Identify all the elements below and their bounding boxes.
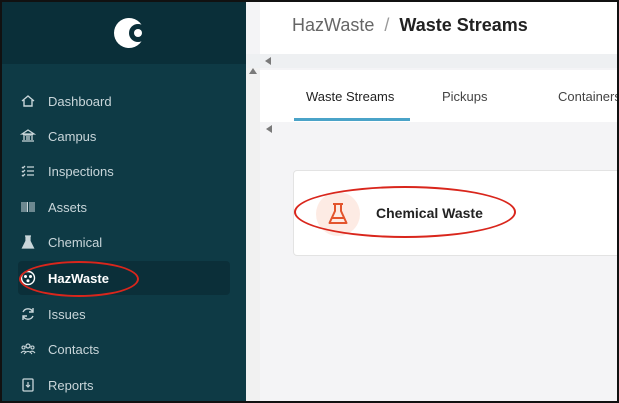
home-icon [20, 93, 36, 109]
sidebar-item-reports[interactable]: Reports [18, 368, 230, 401]
sidebar-item-label: Chemical [48, 234, 103, 250]
sidebar-item-label: Issues [48, 306, 86, 322]
app-window: Dashboard Campus Inspections Assets Chem… [0, 0, 619, 403]
tabs-scroll-strip [260, 122, 617, 136]
sidebar-item-assets[interactable]: Assets [18, 190, 230, 224]
breadcrumb-separator: / [384, 15, 390, 35]
page-header: HazWaste / Waste Streams [260, 2, 617, 54]
sidebar-item-label: Inspections [48, 163, 114, 179]
annotation-oval-hazwaste [19, 261, 139, 297]
header-scroll-strip [246, 54, 617, 68]
app-logo-icon[interactable] [111, 13, 151, 53]
sidebar-item-dashboard[interactable]: Dashboard [18, 84, 230, 118]
sidebar-item-issues[interactable]: Issues [18, 297, 230, 331]
tab-containers[interactable]: Containers [558, 89, 617, 104]
sidebar-item-chemical[interactable]: Chemical [18, 225, 230, 259]
tab-waste-streams[interactable]: Waste Streams [306, 89, 394, 104]
annotation-oval-chemical-waste [294, 186, 516, 238]
sidebar-item-inspections[interactable]: Inspections [18, 154, 230, 188]
breadcrumb-root[interactable]: HazWaste [292, 15, 374, 35]
tab-pickups[interactable]: Pickups [442, 89, 488, 104]
tabs-scroll-left-arrow-icon[interactable] [266, 125, 272, 133]
sidebar-item-label: Dashboard [48, 93, 112, 109]
sidebar-item-campus[interactable]: Campus [18, 119, 230, 153]
sidebar-scrollbar[interactable] [246, 64, 260, 401]
page-title: Waste Streams [399, 15, 528, 35]
sidebar-item-contacts[interactable]: Contacts [18, 332, 230, 366]
scroll-up-arrow-icon[interactable] [249, 68, 257, 74]
scroll-left-arrow-icon[interactable] [265, 57, 271, 65]
report-icon [20, 377, 36, 393]
bank-icon [20, 128, 36, 144]
people-icon [20, 341, 36, 357]
barcode-icon [20, 199, 36, 215]
tab-bar: Waste Streams Pickups Containers [260, 70, 617, 122]
checklist-icon [20, 163, 36, 179]
breadcrumb: HazWaste / Waste Streams [292, 15, 528, 36]
active-tab-indicator [294, 118, 410, 121]
sidebar-item-label: Contacts [48, 341, 100, 357]
refresh-icon [20, 306, 36, 322]
flask-icon [20, 234, 36, 250]
sidebar-item-label: Campus [48, 128, 97, 144]
sidebar-item-label: Assets [48, 199, 88, 215]
sidebar-item-label: Reports [48, 377, 94, 393]
sidebar: Dashboard Campus Inspections Assets Chem… [2, 2, 246, 401]
logo-bar [2, 2, 246, 64]
